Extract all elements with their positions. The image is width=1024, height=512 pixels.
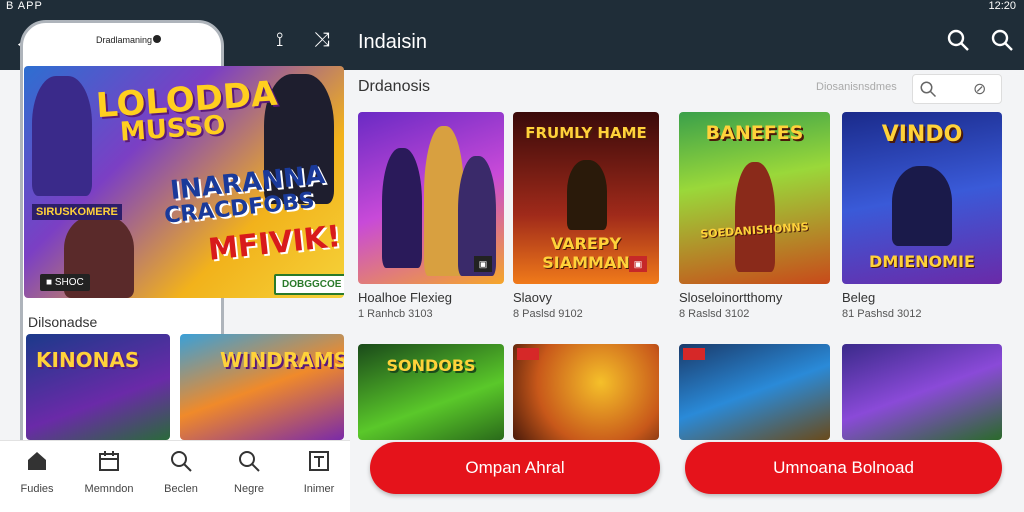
pin-icon[interactable]: ⟟	[276, 29, 283, 52]
calendar-icon	[99, 451, 119, 471]
game-figure	[382, 148, 422, 268]
game-name[interactable]: Beleg	[842, 290, 875, 305]
game-name[interactable]: Sloseloinortthomy	[679, 290, 782, 305]
hero-chip[interactable]: ■ SHOC	[40, 274, 90, 291]
hero-badge[interactable]: DOBGGCOE	[274, 274, 344, 295]
tag-icon[interactable]: ⊘	[973, 79, 986, 99]
nav-label: Memndon	[84, 483, 134, 495]
corner-badge-icon: ▣	[474, 256, 492, 272]
nav-label: Negre	[234, 483, 264, 495]
tag-label-icon	[517, 348, 539, 360]
nav-item-search-2[interactable]: Negre	[214, 449, 284, 509]
corner-badge-icon: ▣	[629, 256, 647, 272]
home-icon	[28, 452, 46, 470]
game-card[interactable]: SONDOBS	[358, 344, 504, 440]
nav-label: Fudies	[20, 483, 54, 495]
search-box[interactable]: ⊘	[912, 74, 1002, 104]
left-card-1[interactable]: KINONAS	[26, 334, 170, 440]
nav-item-calendar[interactable]: Memndon	[74, 449, 144, 509]
section-subtitle: Diosanisnsdmes	[816, 81, 897, 93]
game-figure	[892, 166, 952, 246]
hero-title-line2: MUSSO	[119, 110, 227, 148]
hero-banner[interactable]: LOLODDA MUSSO INARANNA CRACDFOBS MFIVIK!…	[24, 66, 344, 298]
hero-figure-left	[32, 76, 92, 196]
status-clock: 12:20	[988, 0, 1016, 12]
menu-box-icon	[309, 451, 329, 471]
bottom-navigation: Fudies Memndon Beclen Negre Inimer	[0, 440, 350, 512]
left-card-title: KINONAS	[36, 348, 140, 372]
game-card[interactable]	[679, 344, 830, 440]
hero-tag: SIRUSKOMERE	[32, 204, 122, 220]
secondary-action-button[interactable]: Umnoana Bolnoad	[685, 442, 1002, 494]
game-card[interactable]: VINDO DMIENOMIE	[842, 112, 1002, 284]
game-card-title: SONDOBS	[386, 356, 476, 375]
game-card[interactable]	[842, 344, 1002, 440]
hero-headline-3: MFIVIK!	[206, 219, 343, 268]
game-card-title: BANEFES	[705, 122, 804, 144]
game-card[interactable]: BANEFES SOEDANISHONNS	[679, 112, 830, 284]
search-alt-icon[interactable]	[990, 28, 1014, 52]
left-card-2[interactable]: WINDRAMS	[180, 334, 344, 440]
primary-action-button[interactable]: Ompan Ahral	[370, 442, 660, 494]
game-card[interactable]: FRUMLY HAME VAREPY SIAMMAN ▣	[513, 112, 659, 284]
status-left: B APP	[6, 0, 43, 12]
nav-item-search[interactable]: Beclen	[146, 449, 216, 509]
game-figure	[735, 162, 775, 272]
section-title: Drdanosis	[358, 78, 431, 95]
game-card-subtitle: DMIENOMIE	[869, 252, 975, 271]
app-title: Indaisin	[358, 31, 427, 53]
nav-label: Beclen	[164, 483, 198, 495]
game-meta: 8 Paslsd 9102	[513, 308, 583, 320]
game-figure	[567, 160, 607, 230]
search-icon[interactable]	[946, 28, 970, 52]
nav-label: Inimer	[303, 483, 335, 495]
game-card[interactable]	[513, 344, 659, 440]
search-icon	[171, 451, 192, 472]
game-meta: 81 Pashsd 3012	[842, 308, 922, 320]
tag-label-icon	[683, 348, 705, 360]
game-name[interactable]: Slaovy	[513, 290, 552, 305]
search-icon	[920, 81, 937, 98]
left-card-title: WINDRAMS	[220, 348, 344, 372]
camera-icon	[153, 35, 161, 43]
left-section-title: Dilsonadse	[28, 314, 98, 330]
search-icon	[239, 451, 260, 472]
game-name[interactable]: Hoalhoe Flexieg	[358, 290, 452, 305]
game-card-title: VINDO	[881, 122, 963, 147]
game-meta: 8 Raslsd 3102	[679, 308, 750, 320]
status-bar: B APP 12:20	[0, 0, 1024, 14]
action-bar: Ompan Ahral Umnoana Bolnoad	[350, 440, 1024, 512]
tool-icon[interactable]: ⤨	[314, 29, 330, 52]
nav-item-menu[interactable]: Inimer	[284, 449, 354, 509]
game-card-title: FRUMLY HAME	[525, 124, 647, 142]
game-card[interactable]: ▣	[358, 112, 504, 284]
nav-item-home[interactable]: Fudies	[2, 449, 72, 509]
game-meta: 1 Ranhcb 3103	[358, 308, 433, 320]
